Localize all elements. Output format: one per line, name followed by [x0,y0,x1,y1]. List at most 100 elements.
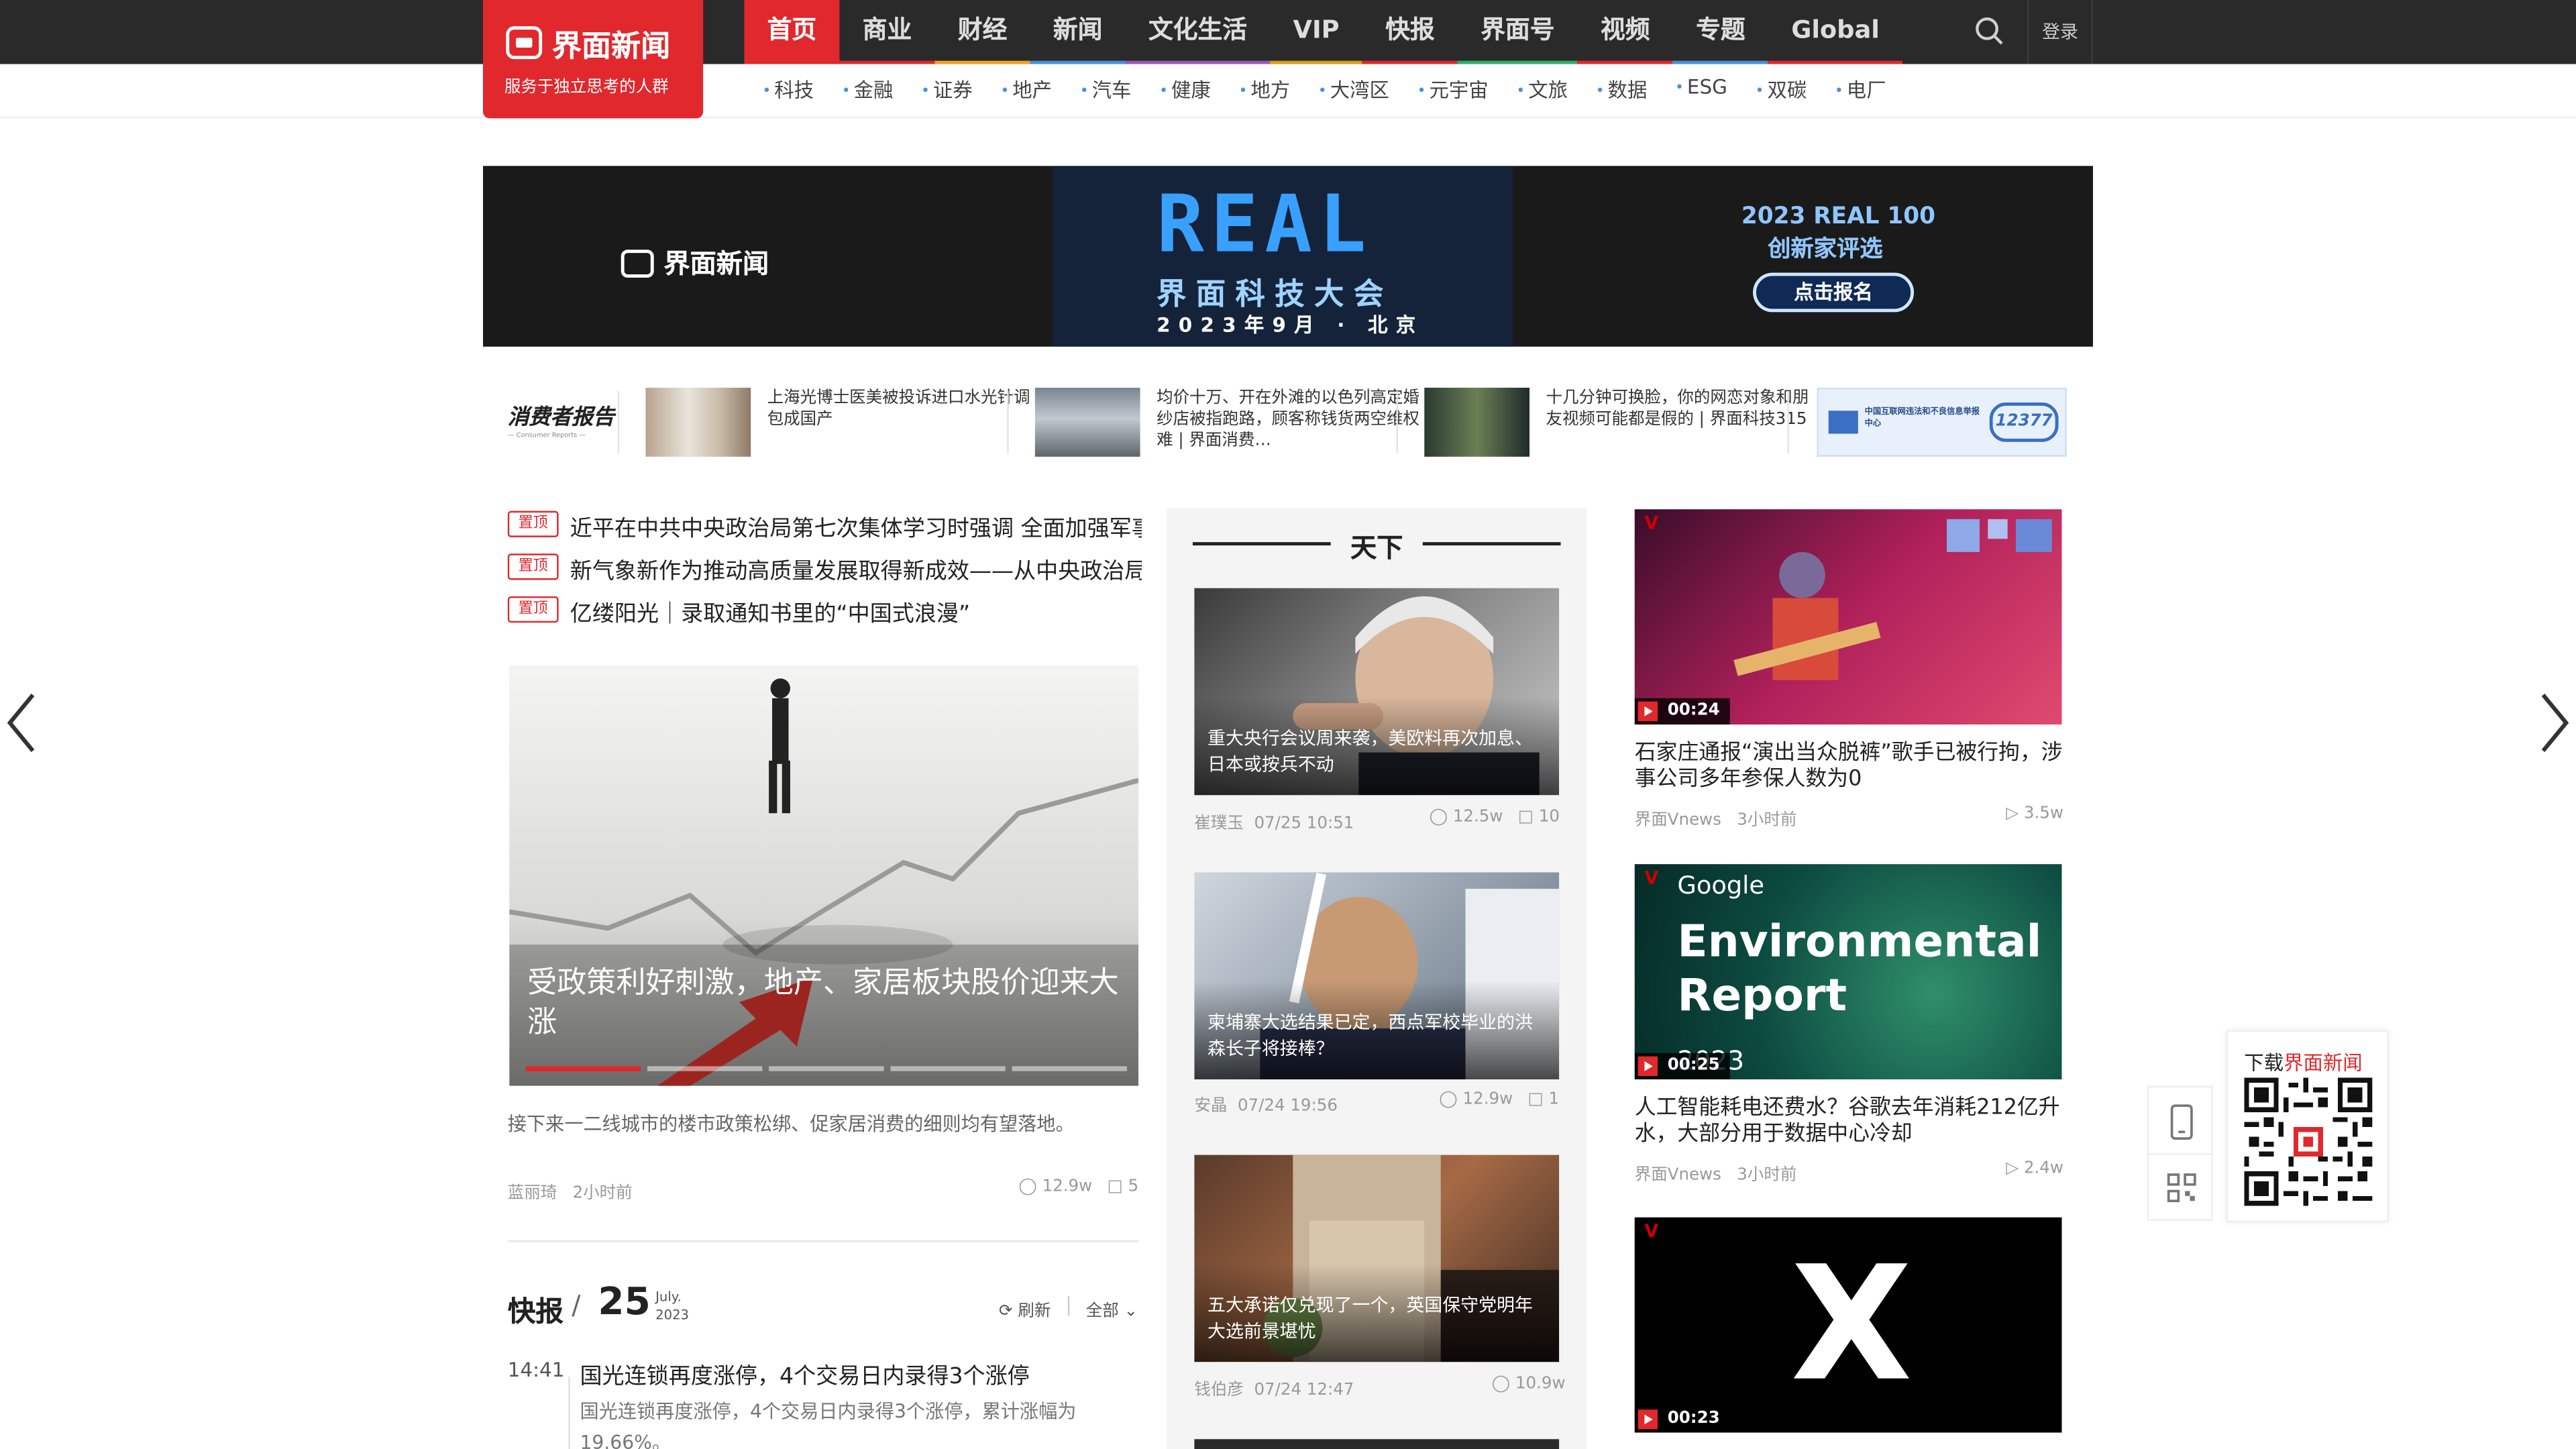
carousel-dot[interactable] [1012,1066,1128,1071]
video-card[interactable]: V 00:24 [1634,509,2062,725]
site-logo[interactable]: 界面新闻 服务于独立思考的人群 [483,0,704,119]
promo-thumbnail[interactable] [645,387,751,457]
world-card[interactable]: 重大央行会议周来袭，美欧料再次加息、日本或按兵不动 [1194,588,1560,796]
views-count: 12.9w [1042,1177,1093,1196]
download-app-panel[interactable]: 下载界面新闻 [2226,1030,2389,1223]
nav-item-jiemianhao[interactable]: 界面号 [1457,0,1578,64]
world-card-next[interactable] [1194,1439,1560,1449]
pinned-badge: 置顶 [507,596,559,623]
promo-thumbnail[interactable] [1424,387,1530,457]
nav-item-global[interactable]: Global [1768,0,1903,64]
carousel-next-icon[interactable] [2536,690,2573,756]
video-source: 界面Vnews [1634,811,1721,830]
search-icon[interactable] [1975,16,2004,46]
subnav-item-securities[interactable]: 证券 [921,76,973,104]
title-rule [1422,542,1561,546]
refresh-button[interactable]: ⟳ 刷新 [999,1296,1051,1321]
nav-label: 财经 [957,15,1008,45]
subnav-item-tourism[interactable]: 文旅 [1516,76,1568,104]
subnav-item-esg[interactable]: ESG [1675,76,1727,104]
video-duration: 00:24 [1634,698,1730,725]
views-count: 2.4w [2023,1159,2063,1178]
subnav-item-carbon[interactable]: 双碳 [1756,76,1807,104]
nav-item-video[interactable]: 视频 [1577,0,1673,64]
promo-item-text[interactable]: 十几分钟可换脸，你的网恋对象和朋友视频可能都是假的 | 界面科技315 [1546,388,1821,453]
banner-signup-button[interactable]: 点击报名 [1753,272,1915,313]
pinned-item[interactable]: 置顶 新气象新作为推动高质量发展取得新成效——从中央政治局会 [507,552,1142,582]
video-card[interactable]: V Google Environmental Report 2023 00:25 [1634,864,2062,1079]
nav-underline [1768,60,1903,64]
nav-label: 快报 [1385,15,1435,45]
promo-item-text[interactable]: 上海光博士医美被投诉进口水光针调包成国产 [767,388,1043,453]
nav-item-flash[interactable]: 快报 [1362,0,1458,64]
refresh-label: 刷新 [1018,1303,1051,1321]
publish-time: 07/24 19:56 [1237,1097,1338,1116]
subnav-item-tech[interactable]: 科技 [762,76,814,104]
video-meta: 界面Vnews 3小时前 [1635,805,1797,830]
pinned-badge: 置顶 [507,553,559,580]
world-meta: 安晶 07/24 19:56 [1194,1091,1338,1116]
banner-right-line1: 2023 REAL 100 [1741,203,1936,230]
carousel-dot[interactable] [647,1066,763,1071]
consumer-reports-title: 消费者报告 [507,405,614,431]
world-comments[interactable]: □ 1 [1528,1091,1560,1109]
carousel-indicators [525,1066,1128,1071]
nav-item-finance[interactable]: 财经 [934,0,1030,64]
nav-item-culture[interactable]: 文化生活 [1125,0,1271,64]
nav-underline [1270,60,1362,64]
nav-item-news[interactable]: 新闻 [1030,0,1126,64]
flash-item-time: 14:41 [507,1358,565,1382]
nav-item-vip[interactable]: VIP [1270,0,1362,64]
download-brand: 界面新闻 [2284,1051,2363,1075]
hero-carousel[interactable]: 受政策利好刺激，地产、家居板块股价迎来大涨 [509,665,1139,1086]
world-card[interactable]: 柬埔寨大选结果已定，西点军校毕业的洪森长子将接棒？ [1194,872,1560,1079]
subnav-item-metaverse[interactable]: 元宇宙 [1417,76,1488,104]
pinned-item[interactable]: 置顶 近平在中共中央政治局第七次集体学习时强调 全面加强军事治 [507,509,1142,539]
subnav-item-health[interactable]: 健康 [1159,76,1211,104]
subnav-item-real-estate[interactable]: 地产 [1000,76,1052,104]
subnav-item-data[interactable]: 数据 [1596,76,1648,104]
mobile-icon[interactable] [2167,1104,2196,1140]
promo-item-text[interactable]: 均价十万、开在外滩的以色列高定婚纱店被指跑路，顾客称钱货两空维权难 | 界面消费… [1157,388,1432,453]
flash-item-headline[interactable]: 国光连锁再度涨停，4个交易日内录得3个涨停 [580,1357,1029,1390]
video-title[interactable]: 人工智能耗电还费水？谷歌去年消耗212亿升水，大部分用于数据中心冷却 [1635,1095,2065,1148]
promo-thumbnail[interactable] [1034,387,1140,457]
sub-nav: 科技 金融 证券 地产 汽车 健康 地方 大湾区 元宇宙 文旅 数据 ESG 双… [762,76,1914,104]
world-card[interactable]: 五大承诺仅兑现了一个，英国保守党明年大选前景堪忧 [1194,1155,1560,1362]
carousel-dot[interactable] [525,1066,641,1071]
conference-banner[interactable]: 界面新闻 REAL 界面科技大会 2023年9月 · 北京 2023 REAL … [483,166,2094,347]
nav-item-home[interactable]: 首页 [744,0,840,64]
qr-code-icon[interactable] [2167,1173,2196,1203]
flash-year: 2023 [655,1307,690,1323]
world-comments[interactable]: □ 10 [1518,808,1560,826]
subnav-item-greater-bay[interactable]: 大湾区 [1318,76,1389,104]
subnav-item-local[interactable]: 地方 [1238,76,1290,104]
video-card[interactable]: V X 00:23 [1634,1217,2062,1433]
views-count: 3.5w [2023,805,2063,823]
consumer-reports-label[interactable]: 消费者报告 — Consumer Reports — [508,399,614,439]
nav-item-business[interactable]: 商业 [839,0,935,64]
subnav-item-power[interactable]: 电厂 [1835,76,1886,104]
world-meta: 崔璞玉 07/25 10:51 [1194,808,1354,833]
carousel-dot[interactable] [890,1066,1006,1071]
pinned-item[interactable]: 置顶 亿缕阳光｜录取通知书里的“中国式浪漫” [507,595,1142,625]
flash-title[interactable]: 快报 [508,1288,564,1329]
nav-label: 首页 [767,15,817,45]
nav-underline [839,60,935,64]
video-title[interactable]: 石家庄通报“演出当众脱裤”歌手已被行拘，涉事公司多年参保人数为0 [1635,741,2065,793]
flash-day: 25 [598,1281,651,1324]
login-link[interactable]: 登录 [2027,0,2094,64]
carousel-dot[interactable] [769,1066,884,1071]
report-center-ad[interactable]: 中国互联网违法和不良信息举报中心 12377 [1817,387,2067,457]
filter-dropdown[interactable]: 全部 ⌄ [1086,1296,1138,1321]
subnav-item-finance[interactable]: 金融 [842,76,894,104]
comment-icon: □ [1107,1177,1123,1196]
hero-comments[interactable]: □ 5 [1108,1178,1139,1196]
pinned-headline: 亿缕阳光｜录取通知书里的“中国式浪漫” [570,601,971,625]
nav-item-topics[interactable]: 专题 [1672,0,1768,64]
video-duration: 00:25 [1634,1053,1730,1079]
nav-underline [1030,60,1126,64]
subnav-item-auto[interactable]: 汽车 [1080,76,1132,104]
world-title[interactable]: 天下 [1331,526,1423,566]
carousel-prev-icon[interactable] [3,690,40,756]
